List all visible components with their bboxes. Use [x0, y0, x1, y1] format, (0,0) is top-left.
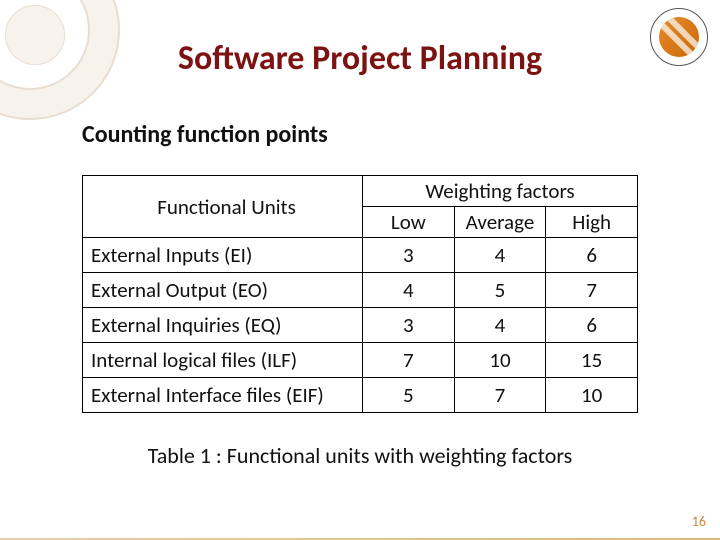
row-high: 15: [546, 343, 638, 378]
row-low: 3: [363, 238, 455, 273]
row-low: 3: [363, 308, 455, 343]
row-low: 7: [363, 343, 455, 378]
table-row: Internal logical files (ILF) 7 10 15: [83, 343, 638, 378]
row-high: 7: [546, 273, 638, 308]
row-name: External Interface files (EIF): [83, 378, 363, 413]
column-average: Average: [454, 207, 546, 238]
page-title: Software Project Planning: [0, 38, 720, 79]
row-avg: 4: [454, 308, 546, 343]
row-high: 10: [546, 378, 638, 413]
row-low: 4: [363, 273, 455, 308]
section-heading: Counting function points: [82, 120, 328, 149]
row-name: External Inputs (EI): [83, 238, 363, 273]
column-high: High: [546, 207, 638, 238]
table-row: External Inquiries (EQ) 3 4 6: [83, 308, 638, 343]
column-low: Low: [363, 207, 455, 238]
row-avg: 5: [454, 273, 546, 308]
row-name: External Inquiries (EQ): [83, 308, 363, 343]
row-low: 5: [363, 378, 455, 413]
header-weighting-factors: Weighting factors: [363, 176, 638, 207]
row-name: Internal logical files (ILF): [83, 343, 363, 378]
row-high: 6: [546, 238, 638, 273]
weighting-factors-table: Functional Units Weighting factors Low A…: [82, 175, 638, 413]
row-avg: 10: [454, 343, 546, 378]
row-high: 6: [546, 308, 638, 343]
row-avg: 7: [454, 378, 546, 413]
table-caption: Table 1 : Functional units with weightin…: [0, 442, 720, 469]
table-row: External Inputs (EI) 3 4 6: [83, 238, 638, 273]
page-number: 16: [692, 513, 706, 530]
header-functional-units: Functional Units: [83, 176, 363, 238]
row-avg: 4: [454, 238, 546, 273]
table-row: External Output (EO) 4 5 7: [83, 273, 638, 308]
row-name: External Output (EO): [83, 273, 363, 308]
table-row: External Interface files (EIF) 5 7 10: [83, 378, 638, 413]
